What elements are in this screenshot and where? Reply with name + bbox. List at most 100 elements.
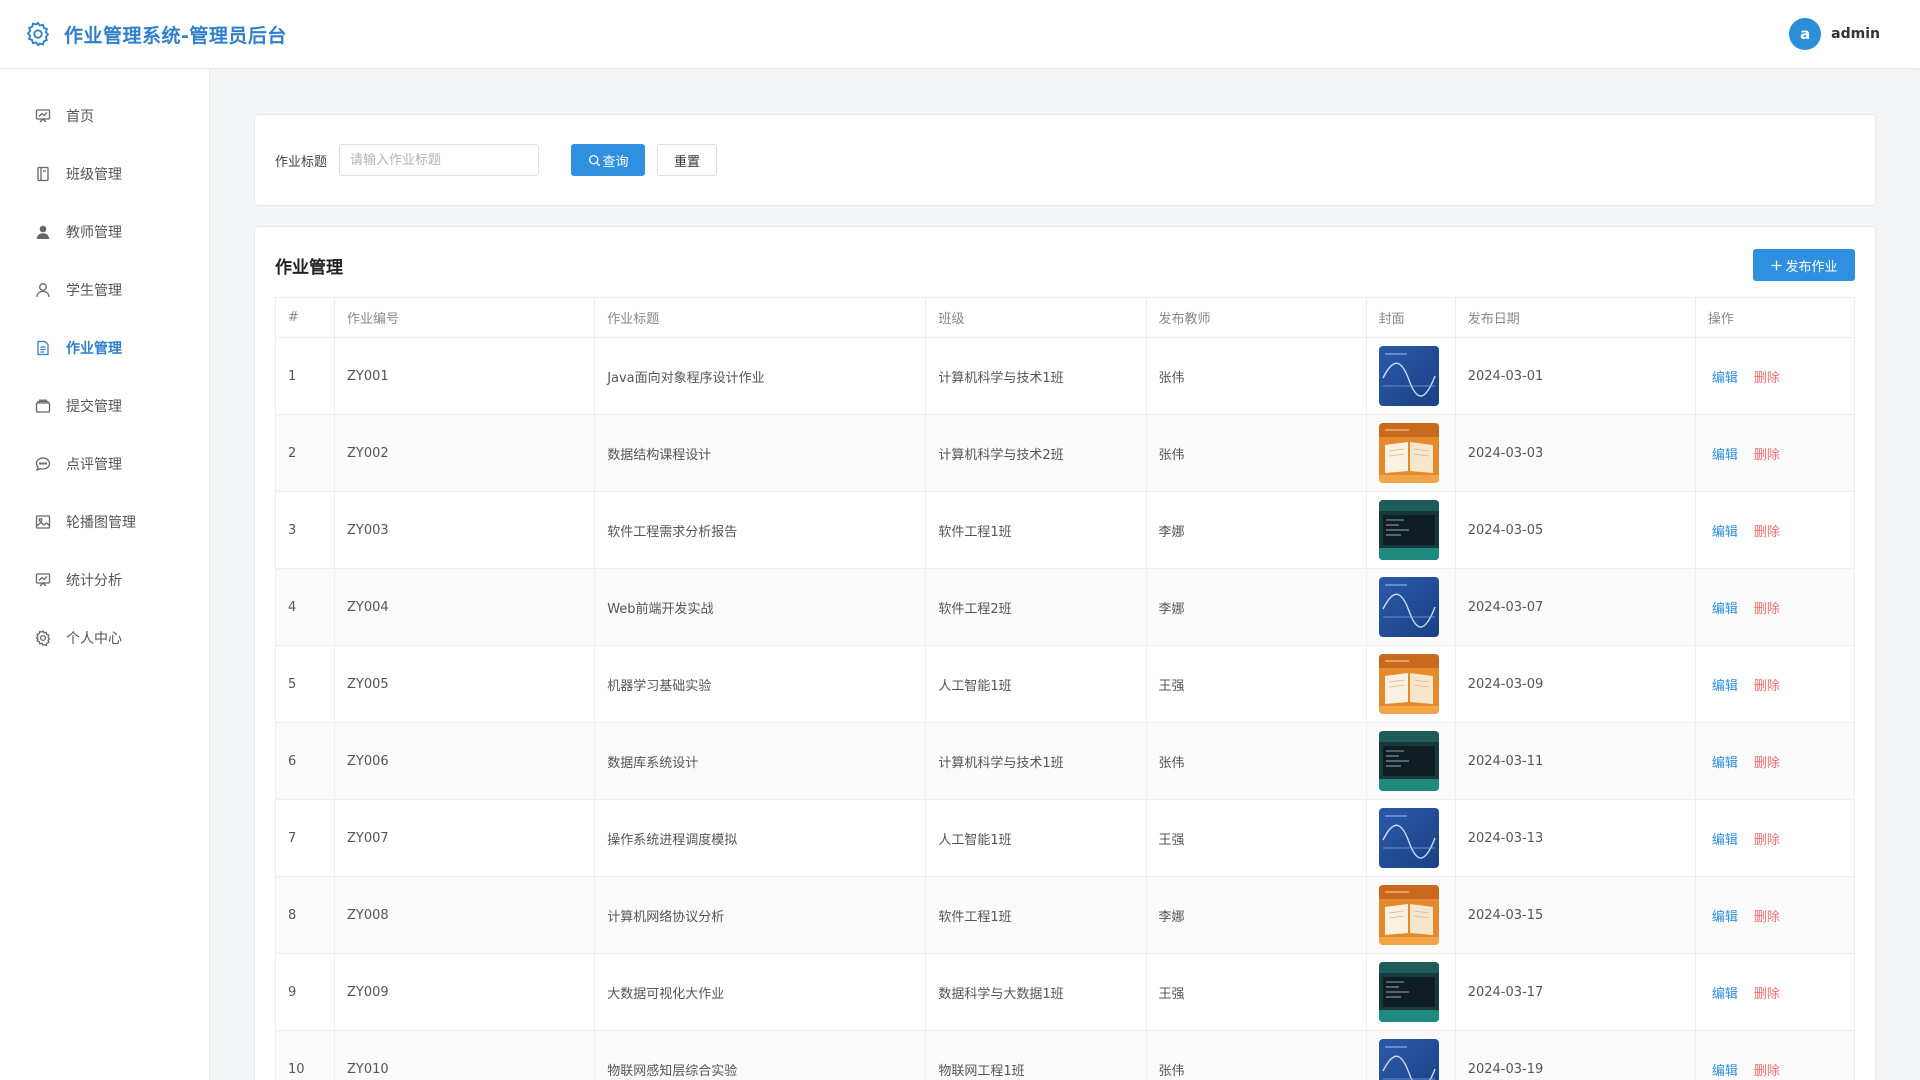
cover-thumbnail[interactable] (1378, 500, 1439, 560)
cell-code: ZY009 (334, 953, 596, 1031)
cover-thumbnail[interactable] (1378, 577, 1439, 637)
edit-link[interactable]: 编辑 (1712, 910, 1738, 925)
sidebar-item-label: 个人中心 (66, 631, 122, 647)
table-row: 3 ZY003 软件工程需求分析报告 软件工程1班 李娜 2024-03-05 编辑 删除 (274, 491, 1856, 569)
sidebar-item[interactable]: 班级管理 (0, 145, 209, 203)
cell-date: 2024-03-09 (1454, 645, 1696, 723)
cover-thumbnail[interactable] (1378, 654, 1439, 714)
homework-table: # 作业编号 作业标题 班级 发布教师 封面 发布日期 操作 1 ZY001 Java面向对象程序… (274, 297, 1856, 1080)
cell-class: 物联网工程1班 (925, 1030, 1147, 1080)
sidebar-item-label: 班级管理 (66, 167, 122, 183)
reset-button[interactable]: 重置 (657, 144, 718, 176)
delete-link[interactable]: 删除 (1754, 448, 1780, 463)
cell-cover (1365, 414, 1456, 492)
cover-thumbnail[interactable] (1378, 731, 1439, 791)
sidebar-item[interactable]: 点评管理 (0, 435, 209, 493)
cover-thumbnail[interactable] (1378, 885, 1439, 945)
sidebar-item[interactable]: 首页 (0, 87, 209, 145)
sidebar-item[interactable]: 教师管理 (0, 203, 209, 261)
chat-icon (34, 455, 52, 473)
cell-no: 10 (274, 1030, 336, 1080)
sidebar-item[interactable]: 作业管理 (0, 319, 209, 377)
delete-link[interactable]: 删除 (1754, 987, 1780, 1002)
cell-cover (1365, 491, 1456, 569)
cell-actions: 编辑 删除 (1694, 568, 1856, 646)
search-input[interactable] (339, 144, 540, 176)
avatar[interactable]: a (1789, 18, 1822, 50)
sidebar-item-label: 首页 (66, 109, 94, 125)
publish-button-label: 发布作业 (1785, 259, 1838, 275)
sidebar-item-label: 作业管理 (66, 341, 122, 357)
delete-link[interactable]: 删除 (1754, 525, 1780, 540)
edit-link[interactable]: 编辑 (1712, 833, 1738, 848)
delete-link[interactable]: 删除 (1754, 371, 1780, 386)
chart-board-icon (34, 107, 52, 125)
edit-link[interactable]: 编辑 (1712, 987, 1738, 1002)
cell-date: 2024-03-15 (1454, 876, 1696, 954)
plus-icon (1770, 259, 1783, 272)
cell-code: ZY006 (334, 722, 596, 800)
cell-actions: 编辑 删除 (1694, 337, 1856, 415)
delete-link[interactable]: 删除 (1754, 679, 1780, 694)
table-row: 9 ZY009 大数据可视化大作业 数据科学与大数据1班 王强 2024-03-17 编辑 删… (274, 953, 1856, 1031)
edit-link[interactable]: 编辑 (1712, 1064, 1738, 1079)
delete-link[interactable]: 删除 (1754, 910, 1780, 925)
delete-link[interactable]: 删除 (1754, 1064, 1780, 1079)
edit-link[interactable]: 编辑 (1712, 679, 1738, 694)
gear-icon (34, 629, 52, 647)
table-row: 7 ZY007 操作系统进程调度模拟 人工智能1班 王强 2024-03-13 编辑 删除 (274, 799, 1856, 877)
chart-board-icon (34, 571, 52, 589)
cell-actions: 编辑 删除 (1694, 722, 1856, 800)
cell-actions: 编辑 删除 (1694, 953, 1856, 1031)
sidebar-item-label: 提交管理 (66, 399, 122, 415)
sidebar-item[interactable]: 提交管理 (0, 377, 209, 435)
username[interactable]: admin (1831, 26, 1880, 42)
cell-no: 4 (274, 568, 336, 646)
cell-date: 2024-03-07 (1454, 568, 1696, 646)
query-button[interactable]: 查询 (571, 144, 646, 176)
cell-teacher: 王强 (1145, 799, 1367, 877)
edit-link[interactable]: 编辑 (1712, 525, 1738, 540)
edit-link[interactable]: 编辑 (1712, 756, 1738, 771)
cell-code: ZY008 (334, 876, 596, 954)
edit-link[interactable]: 编辑 (1712, 371, 1738, 386)
edit-link[interactable]: 编辑 (1712, 602, 1738, 617)
cell-teacher: 李娜 (1145, 491, 1367, 569)
cover-thumbnail[interactable] (1378, 423, 1439, 483)
cover-thumbnail[interactable] (1378, 1039, 1439, 1080)
sidebar-item[interactable]: 个人中心 (0, 609, 209, 667)
cell-no: 2 (274, 414, 336, 492)
main-content: 作业标题 查询 重置 作业管理 发布作业 (254, 114, 1876, 1080)
user-icon (34, 281, 52, 299)
delete-link[interactable]: 删除 (1754, 756, 1780, 771)
table-toolbar: 作业管理 发布作业 (275, 247, 1855, 283)
cell-no: 6 (274, 722, 336, 800)
sidebar-item[interactable]: 统计分析 (0, 551, 209, 609)
column-header: 操作 (1694, 297, 1856, 338)
sidebar-item[interactable]: 轮播图管理 (0, 493, 209, 551)
wallet-icon (34, 397, 52, 415)
cell-actions: 编辑 删除 (1694, 645, 1856, 723)
query-button-label: 查询 (602, 154, 629, 170)
cover-thumbnail[interactable] (1378, 346, 1439, 406)
sidebar-item[interactable]: 学生管理 (0, 261, 209, 319)
cell-teacher: 张伟 (1145, 722, 1367, 800)
cell-class: 软件工程1班 (925, 491, 1147, 569)
cover-thumbnail[interactable] (1378, 962, 1439, 1022)
cover-thumbnail[interactable] (1378, 808, 1439, 868)
search-label: 作业标题 (275, 154, 328, 170)
edit-link[interactable]: 编辑 (1712, 448, 1738, 463)
document-icon (34, 339, 52, 357)
cell-no: 8 (274, 876, 336, 954)
cell-class: 软件工程2班 (925, 568, 1147, 646)
cell-teacher: 王强 (1145, 953, 1367, 1031)
sidebar-menu: 首页班级管理教师管理学生管理作业管理提交管理点评管理 轮播图管理 统计分析个人中心 (0, 69, 209, 667)
sidebar-item-label: 学生管理 (66, 283, 122, 299)
cell-cover (1365, 799, 1456, 877)
cell-class: 人工智能1班 (925, 645, 1147, 723)
table-row: 6 ZY006 数据库系统设计 计算机科学与技术1班 张伟 2024-03-11 编辑 删除 (274, 722, 1856, 800)
delete-link[interactable]: 删除 (1754, 602, 1780, 617)
publish-homework-button[interactable]: 发布作业 (1753, 249, 1855, 281)
user-menu[interactable]: a admin (1789, 18, 1880, 50)
delete-link[interactable]: 删除 (1754, 833, 1780, 848)
